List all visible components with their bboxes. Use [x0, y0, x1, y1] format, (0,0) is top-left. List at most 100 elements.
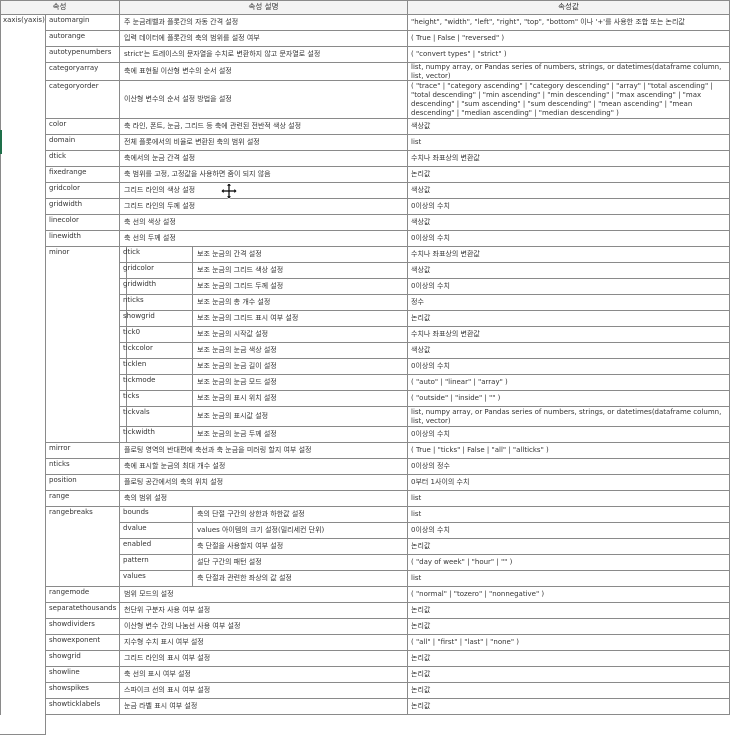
minor-sub-value: 색상값 — [408, 263, 730, 279]
minor-sub-name: showgrid — [120, 311, 193, 327]
root-property-name: xaxis(yaxis) — [0, 15, 46, 735]
property-name: gridcolor — [46, 183, 120, 199]
minor-sub-value: list, numpy array, or Pandas series of n… — [408, 407, 730, 427]
property-description: 이산형 변수의 순서 설정 방법을 설정 — [120, 81, 408, 119]
property-value: 0부터 1사이의 수치 — [408, 475, 730, 491]
property-description: 축에 표시할 눈금의 최대 개수 설정 — [120, 459, 408, 475]
property-description: 그리드 라인의 표시 여부 설정 — [120, 651, 408, 667]
property-value: 논리값 — [408, 667, 730, 683]
property-name: showspikes — [46, 683, 120, 699]
minor-sub-value: ( "auto" | "linear" | "array" ) — [408, 375, 730, 391]
property-name-rangebreaks: rangebreaks — [46, 507, 120, 587]
property-table: 속성 속성 설명 속성값 automargin 주 눈금레벨과 플롯간의 자동 간격 설… — [0, 0, 730, 735]
property-name: linewidth — [46, 231, 120, 247]
minor-sub-value: 논리값 — [408, 311, 730, 327]
minor-sub-description: 보조 눈금의 그리드 두께 설정 — [193, 279, 408, 295]
property-description: 그리드 라인의 두께 설정 — [120, 199, 408, 215]
property-value: ( "trace" | "category ascending" | "cate… — [408, 81, 730, 119]
header-description: 속성 설명 — [120, 0, 408, 15]
property-name: categoryarray — [46, 63, 120, 81]
property-value: list, numpy array, or Pandas series of n… — [408, 63, 730, 81]
property-description: 축 선의 색상 설정 — [120, 215, 408, 231]
minor-sub-description: 보조 눈금의 눈금 길이 설정 — [193, 359, 408, 375]
rangebreaks-sub-description: 축의 단절 구간의 상한과 하한값 설정 — [193, 507, 408, 523]
minor-sub-description: 보조 눈금의 시작값 설정 — [193, 327, 408, 343]
property-name: mirror — [46, 443, 120, 459]
property-value: ( "all" | "first" | "last" | "none" ) — [408, 635, 730, 651]
property-name: showexponent — [46, 635, 120, 651]
rangebreaks-sub-description: 축 단절과 관련한 좌상의 값 설정 — [193, 571, 408, 587]
minor-sub-value: 0이상의 수치 — [408, 427, 730, 443]
property-name: domain — [46, 135, 120, 151]
property-name: autotypenumbers — [46, 47, 120, 63]
minor-sub-value: 정수 — [408, 295, 730, 311]
property-value: 논리값 — [408, 603, 730, 619]
header-property: 속성 — [0, 0, 120, 15]
minor-sub-description: 보조 눈금의 표시 위치 설정 — [193, 391, 408, 407]
property-description: 축 라인, 폰트, 눈금, 그리드 등 축에 관련된 전반적 색상 설정 — [120, 119, 408, 135]
minor-sub-name: tick0 — [120, 327, 193, 343]
minor-sub-value: ( "outside" | "inside" | "" ) — [408, 391, 730, 407]
minor-sub-description: 보조 눈금의 표시값 설정 — [193, 407, 408, 427]
rangebreaks-sub-name: enabled — [120, 539, 193, 555]
property-description: 축에서의 눈금 간격 설정 — [120, 151, 408, 167]
property-name: nticks — [46, 459, 120, 475]
property-value: list — [408, 135, 730, 151]
property-name-minor: minor — [46, 247, 120, 443]
property-value: 논리값 — [408, 683, 730, 699]
property-name: range — [46, 491, 120, 507]
rangebreaks-sub-value: ( "day of week" | "hour" | "" ) — [408, 555, 730, 571]
minor-sub-description: 보조 눈금의 눈금 모드 설정 — [193, 375, 408, 391]
property-value: ( "normal" | "tozero" | "nonnegative" ) — [408, 587, 730, 603]
property-description: 그리드 라인의 색상 설정 — [120, 183, 408, 199]
property-name: showgrid — [46, 651, 120, 667]
minor-sub-value: 색상값 — [408, 343, 730, 359]
property-description: strict'는 트레이스의 문자열을 수치로 변환하지 않고 문자열로 설정 — [120, 47, 408, 63]
property-value: 색상값 — [408, 183, 730, 199]
property-value: 논리값 — [408, 167, 730, 183]
minor-sub-value: 0이상의 수치 — [408, 279, 730, 295]
rangebreaks-sub-value: list — [408, 507, 730, 523]
minor-sub-name: tickcolor — [120, 343, 193, 359]
property-value: list — [408, 491, 730, 507]
property-description: 축 선의 두께 설정 — [120, 231, 408, 247]
minor-sub-value: 수치나 좌표상의 변환값 — [408, 327, 730, 343]
property-description: 천단위 구분자 사용 여부 설정 — [120, 603, 408, 619]
property-description: 플로팅 공간에서의 축의 위치 설정 — [120, 475, 408, 491]
property-value: ( True | False | "reversed" ) — [408, 31, 730, 47]
property-value: 논리값 — [408, 619, 730, 635]
rangebreaks-sub-name: values — [120, 571, 193, 587]
property-name: color — [46, 119, 120, 135]
rangebreaks-sub-value: 0이상의 수치 — [408, 523, 730, 539]
property-value: "height", "width", "left", "right", "top… — [408, 15, 730, 31]
property-description: 스파이크 선의 표시 여부 설정 — [120, 683, 408, 699]
property-description: 전체 플롯에서의 비율로 변환된 축의 범위 설정 — [120, 135, 408, 151]
property-name: fixedrange — [46, 167, 120, 183]
rangebreaks-sub-value: list — [408, 571, 730, 587]
property-name: categoryorder — [46, 81, 120, 119]
window-edge-accent — [0, 130, 2, 154]
minor-sub-name: ticks — [120, 391, 193, 407]
rangebreaks-sub-description: 축 단절을 사용할지 여부 설정 — [193, 539, 408, 555]
minor-sub-name: tickwidth — [120, 427, 193, 443]
property-value: 0이상의 수치 — [408, 199, 730, 215]
minor-sub-value: 수치나 좌표상의 변환값 — [408, 247, 730, 263]
move-cursor-icon — [221, 183, 237, 199]
property-description: 눈금 라벨 표시 여부 설정 — [120, 699, 408, 715]
header-value: 속성값 — [408, 0, 730, 15]
minor-sub-name: tickvals — [120, 407, 193, 427]
property-description: 범위 모드의 설정 — [120, 587, 408, 603]
property-description: 축에 표현될 이산형 변수의 순서 설정 — [120, 63, 408, 81]
property-description: 플로팅 영역의 반대편에 축선과 축 눈금을 미러링 할지 여부 설정 — [120, 443, 408, 459]
minor-sub-description: 보조 눈금의 간격 설정 — [193, 247, 408, 263]
property-name: rangemode — [46, 587, 120, 603]
property-name: showdividers — [46, 619, 120, 635]
property-name: gridwidth — [46, 199, 120, 215]
property-description: 주 눈금레벨과 플롯간의 자동 간격 설정 — [120, 15, 408, 31]
property-value: 색상값 — [408, 119, 730, 135]
property-value: 색상값 — [408, 215, 730, 231]
property-name: position — [46, 475, 120, 491]
minor-sub-description: 보조 눈금의 총 개수 설정 — [193, 295, 408, 311]
property-value: 0이상의 수치 — [408, 231, 730, 247]
minor-sub-description: 보조 눈금의 눈금 색상 설정 — [193, 343, 408, 359]
